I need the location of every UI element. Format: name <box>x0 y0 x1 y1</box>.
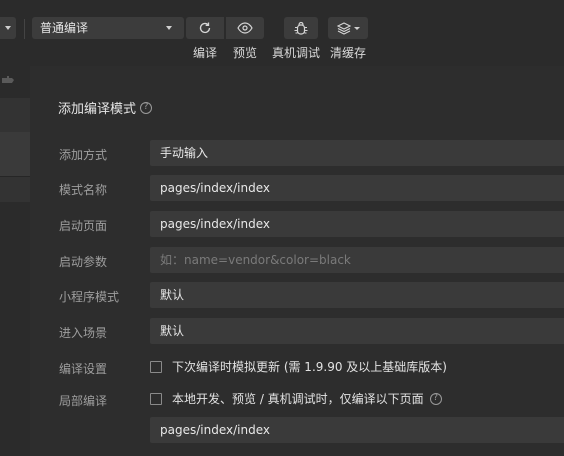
simulator-dropdown[interactable] <box>0 17 16 39</box>
eye-icon <box>237 22 253 34</box>
mode-name-label: 模式名称 <box>59 183 108 197</box>
compile-mode-value: 普通编译 <box>40 21 89 35</box>
help-icon[interactable]: ? <box>140 101 153 114</box>
preview-button[interactable] <box>226 17 264 39</box>
scene-label: 进入场景 <box>59 326 108 340</box>
panel-title-text: 添加编译模式 <box>58 102 137 117</box>
mode-name-input[interactable]: pages/index/index <box>150 175 564 201</box>
compile-settings-label: 编译设置 <box>59 362 108 376</box>
compile-label: 编译 <box>192 46 217 60</box>
chevron-down-icon <box>5 26 11 30</box>
partial-compile-option[interactable]: 本地开发、预览 / 真机调试时，仅编译以下页面 ? <box>150 390 442 407</box>
compile-button[interactable] <box>186 17 224 39</box>
debug-label: 真机调试 <box>271 46 320 60</box>
simulate-update-text: 下次编译时模拟更新 (需 1.9.90 及以上基础库版本) <box>172 360 447 374</box>
sidebar-selected-item[interactable] <box>0 132 30 177</box>
add-compile-mode-panel: 添加编译模式 ? 添加方式 手动输入 模式名称 pages/index/inde… <box>30 66 564 456</box>
miniapp-mode-select[interactable]: 默认 <box>150 282 564 308</box>
compile-mode-select[interactable]: 普通编译 <box>32 17 184 39</box>
clear-cache-label: 清缓存 <box>329 46 366 60</box>
help-icon[interactable]: ? <box>429 392 442 405</box>
partial-compile-label: 局部编译 <box>59 394 108 408</box>
mode-name-value: pages/index/index <box>160 181 270 195</box>
clear-cache-button[interactable] <box>328 17 368 39</box>
toolbar: 普通编译 编译 预览 真机调试 清缓存 <box>0 0 564 66</box>
panel-title: 添加编译模式 ? <box>58 98 153 117</box>
start-page-label: 启动页面 <box>59 219 108 233</box>
scene-select[interactable]: 默认 <box>150 318 564 344</box>
toolbar-divider <box>24 19 25 39</box>
scene-value: 默认 <box>160 324 185 338</box>
add-method-value: 手动输入 <box>160 146 209 160</box>
partial-compile-checkbox[interactable] <box>150 392 162 405</box>
bug-icon <box>294 21 308 35</box>
chevron-down-icon <box>353 26 360 30</box>
chevron-down-icon <box>166 26 172 30</box>
sidebar-header <box>0 66 30 98</box>
app-root: 普通编译 编译 预览 真机调试 清缓存 添加编译模式 ? 添加方式 手动输入 模… <box>0 0 564 456</box>
left-sidebar <box>0 66 30 456</box>
simulate-update-option[interactable]: 下次编译时模拟更新 (需 1.9.90 及以上基础库版本) <box>150 358 447 375</box>
simulate-update-checkbox[interactable] <box>150 360 162 373</box>
start-page-value: pages/index/index <box>160 217 270 231</box>
partial-compile-page-value: pages/index/index <box>160 423 270 437</box>
debug-button[interactable] <box>284 17 318 39</box>
add-method-label: 添加方式 <box>59 148 108 162</box>
start-page-select[interactable]: pages/index/index <box>150 211 564 237</box>
add-method-select[interactable]: 手动输入 <box>150 140 564 166</box>
start-params-input[interactable] <box>150 247 564 273</box>
start-params-label: 启动参数 <box>59 255 108 269</box>
partial-compile-text: 本地开发、预览 / 真机调试时，仅编译以下页面 <box>172 392 424 406</box>
layers-icon <box>336 21 351 35</box>
cloud-icon <box>2 76 14 83</box>
refresh-icon <box>199 22 211 34</box>
partial-compile-page-input[interactable]: pages/index/index <box>150 417 564 443</box>
miniapp-mode-label: 小程序模式 <box>59 290 120 304</box>
miniapp-mode-value: 默认 <box>160 288 185 302</box>
preview-label: 预览 <box>232 46 257 60</box>
